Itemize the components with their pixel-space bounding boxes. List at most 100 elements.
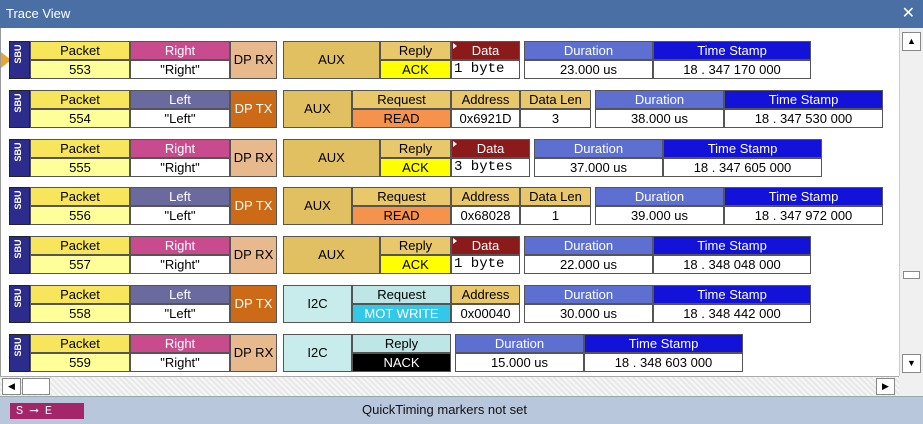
duration-value: 39.000 us bbox=[595, 206, 724, 225]
request-value: READ bbox=[352, 109, 451, 128]
trace-list[interactable]: SBU Packet 553 Right "Right" DP RX AUX R… bbox=[0, 28, 899, 376]
port-label: DP TX bbox=[230, 285, 277, 323]
packet-header: Packet bbox=[30, 236, 130, 255]
duration-value: 30.000 us bbox=[524, 304, 653, 323]
direction-value: "Right" bbox=[130, 158, 230, 177]
data-value: 1 byte bbox=[451, 255, 520, 274]
horizontal-scroll-thumb[interactable] bbox=[22, 378, 50, 395]
data-len-header: Data Len bbox=[520, 187, 591, 206]
timestamp-header: Time Stamp bbox=[584, 334, 743, 353]
channel-label: I2C bbox=[283, 285, 352, 323]
direction-value: "Right" bbox=[130, 353, 230, 372]
reply-header: Reply bbox=[380, 41, 451, 60]
duration-value: 15.000 us bbox=[455, 353, 584, 372]
data-len-value: 1 bbox=[520, 206, 591, 225]
sbu-badge: SBU bbox=[9, 41, 30, 79]
address-header: Address bbox=[451, 90, 520, 109]
vertical-scrollbar[interactable]: ▲ ▼ bbox=[899, 28, 923, 376]
data-value: 1 byte bbox=[451, 60, 520, 79]
packet-header: Packet bbox=[30, 41, 130, 60]
timestamp-value: 18 . 348 442 000 bbox=[653, 304, 811, 323]
channel-label: AUX bbox=[283, 236, 380, 274]
duration-value: 37.000 us bbox=[534, 158, 663, 177]
scrollbar-corner bbox=[899, 376, 923, 396]
vertical-scroll-thumb[interactable] bbox=[903, 271, 920, 279]
direction-header: Left bbox=[130, 90, 230, 109]
timestamp-value: 18 . 348 603 000 bbox=[584, 353, 743, 372]
sbu-badge: SBU bbox=[9, 236, 30, 274]
reply-value: ACK bbox=[380, 158, 451, 177]
data-header[interactable]: Data bbox=[451, 41, 520, 60]
expand-flag-icon bbox=[453, 43, 457, 49]
timestamp-header: Time Stamp bbox=[653, 236, 811, 255]
packet-number: 554 bbox=[30, 109, 130, 128]
timestamp-header: Time Stamp bbox=[653, 285, 811, 304]
packet-header: Packet bbox=[30, 187, 130, 206]
duration-header: Duration bbox=[524, 41, 653, 60]
packet-header: Packet bbox=[30, 334, 130, 353]
port-label: DP TX bbox=[230, 90, 277, 128]
window-titlebar: Trace View ✕ bbox=[0, 0, 923, 28]
reply-value: ACK bbox=[380, 60, 451, 79]
direction-header: Left bbox=[130, 187, 230, 206]
timestamp-value: 18 . 347 605 000 bbox=[663, 158, 822, 177]
reply-value: NACK bbox=[352, 353, 451, 372]
duration-value: 38.000 us bbox=[595, 109, 724, 128]
channel-label: AUX bbox=[283, 139, 380, 177]
packet-number: 559 bbox=[30, 353, 130, 372]
channel-label: AUX bbox=[283, 187, 352, 225]
duration-header: Duration bbox=[595, 187, 724, 206]
expand-flag-icon bbox=[453, 141, 457, 147]
data-header[interactable]: Data bbox=[451, 236, 520, 255]
packet-header: Packet bbox=[30, 139, 130, 158]
direction-value: "Left" bbox=[130, 109, 230, 128]
port-label: DP TX bbox=[230, 187, 277, 225]
reply-header: Reply bbox=[352, 334, 451, 353]
channel-label: AUX bbox=[283, 41, 380, 79]
request-value: READ bbox=[352, 206, 451, 225]
duration-header: Duration bbox=[524, 285, 653, 304]
scroll-left-icon[interactable]: ◀ bbox=[2, 378, 21, 395]
duration-header: Duration bbox=[455, 334, 584, 353]
timestamp-value: 18 . 348 048 000 bbox=[653, 255, 811, 274]
close-icon[interactable]: ✕ bbox=[902, 0, 915, 28]
address-value: 0x6921D bbox=[451, 109, 520, 128]
direction-value: "Right" bbox=[130, 255, 230, 274]
scroll-up-icon[interactable]: ▲ bbox=[902, 32, 921, 51]
request-header: Request bbox=[352, 187, 451, 206]
packet-number: 557 bbox=[30, 255, 130, 274]
request-value: MOT WRITE bbox=[352, 304, 451, 323]
status-bar: S ⟶ E QuickTiming markers not set bbox=[0, 396, 923, 424]
data-len-header: Data Len bbox=[520, 90, 591, 109]
duration-value: 22.000 us bbox=[524, 255, 653, 274]
duration-header: Duration bbox=[524, 236, 653, 255]
timestamp-header: Time Stamp bbox=[663, 139, 822, 158]
direction-value: "Left" bbox=[130, 304, 230, 323]
scroll-right-icon[interactable]: ▶ bbox=[876, 378, 895, 395]
timestamp-value: 18 . 347 170 000 bbox=[653, 60, 811, 79]
address-header: Address bbox=[451, 187, 520, 206]
scroll-down-icon[interactable]: ▼ bbox=[902, 354, 921, 373]
port-label: DP RX bbox=[230, 139, 277, 177]
channel-label: I2C bbox=[283, 334, 352, 372]
timestamp-value: 18 . 347 530 000 bbox=[724, 109, 883, 128]
sbu-badge: SBU bbox=[9, 334, 30, 372]
reply-header: Reply bbox=[380, 139, 451, 158]
packet-number: 555 bbox=[30, 158, 130, 177]
duration-value: 23.000 us bbox=[524, 60, 653, 79]
data-header[interactable]: Data bbox=[451, 139, 530, 158]
data-value: 3 bytes bbox=[451, 158, 530, 177]
packet-header: Packet bbox=[30, 90, 130, 109]
direction-value: "Right" bbox=[130, 60, 230, 79]
direction-header: Right bbox=[130, 41, 230, 60]
direction-header: Right bbox=[130, 139, 230, 158]
duration-header: Duration bbox=[595, 90, 724, 109]
direction-header: Right bbox=[130, 334, 230, 353]
horizontal-scrollbar[interactable]: ◀ ▶ bbox=[0, 376, 899, 396]
timestamp-header: Time Stamp bbox=[724, 90, 883, 109]
sbu-badge: SBU bbox=[9, 187, 30, 225]
quicktiming-se-button[interactable]: S ⟶ E bbox=[10, 403, 84, 419]
address-value: 0x00040 bbox=[451, 304, 520, 323]
port-label: DP RX bbox=[230, 236, 277, 274]
timestamp-header: Time Stamp bbox=[653, 41, 811, 60]
